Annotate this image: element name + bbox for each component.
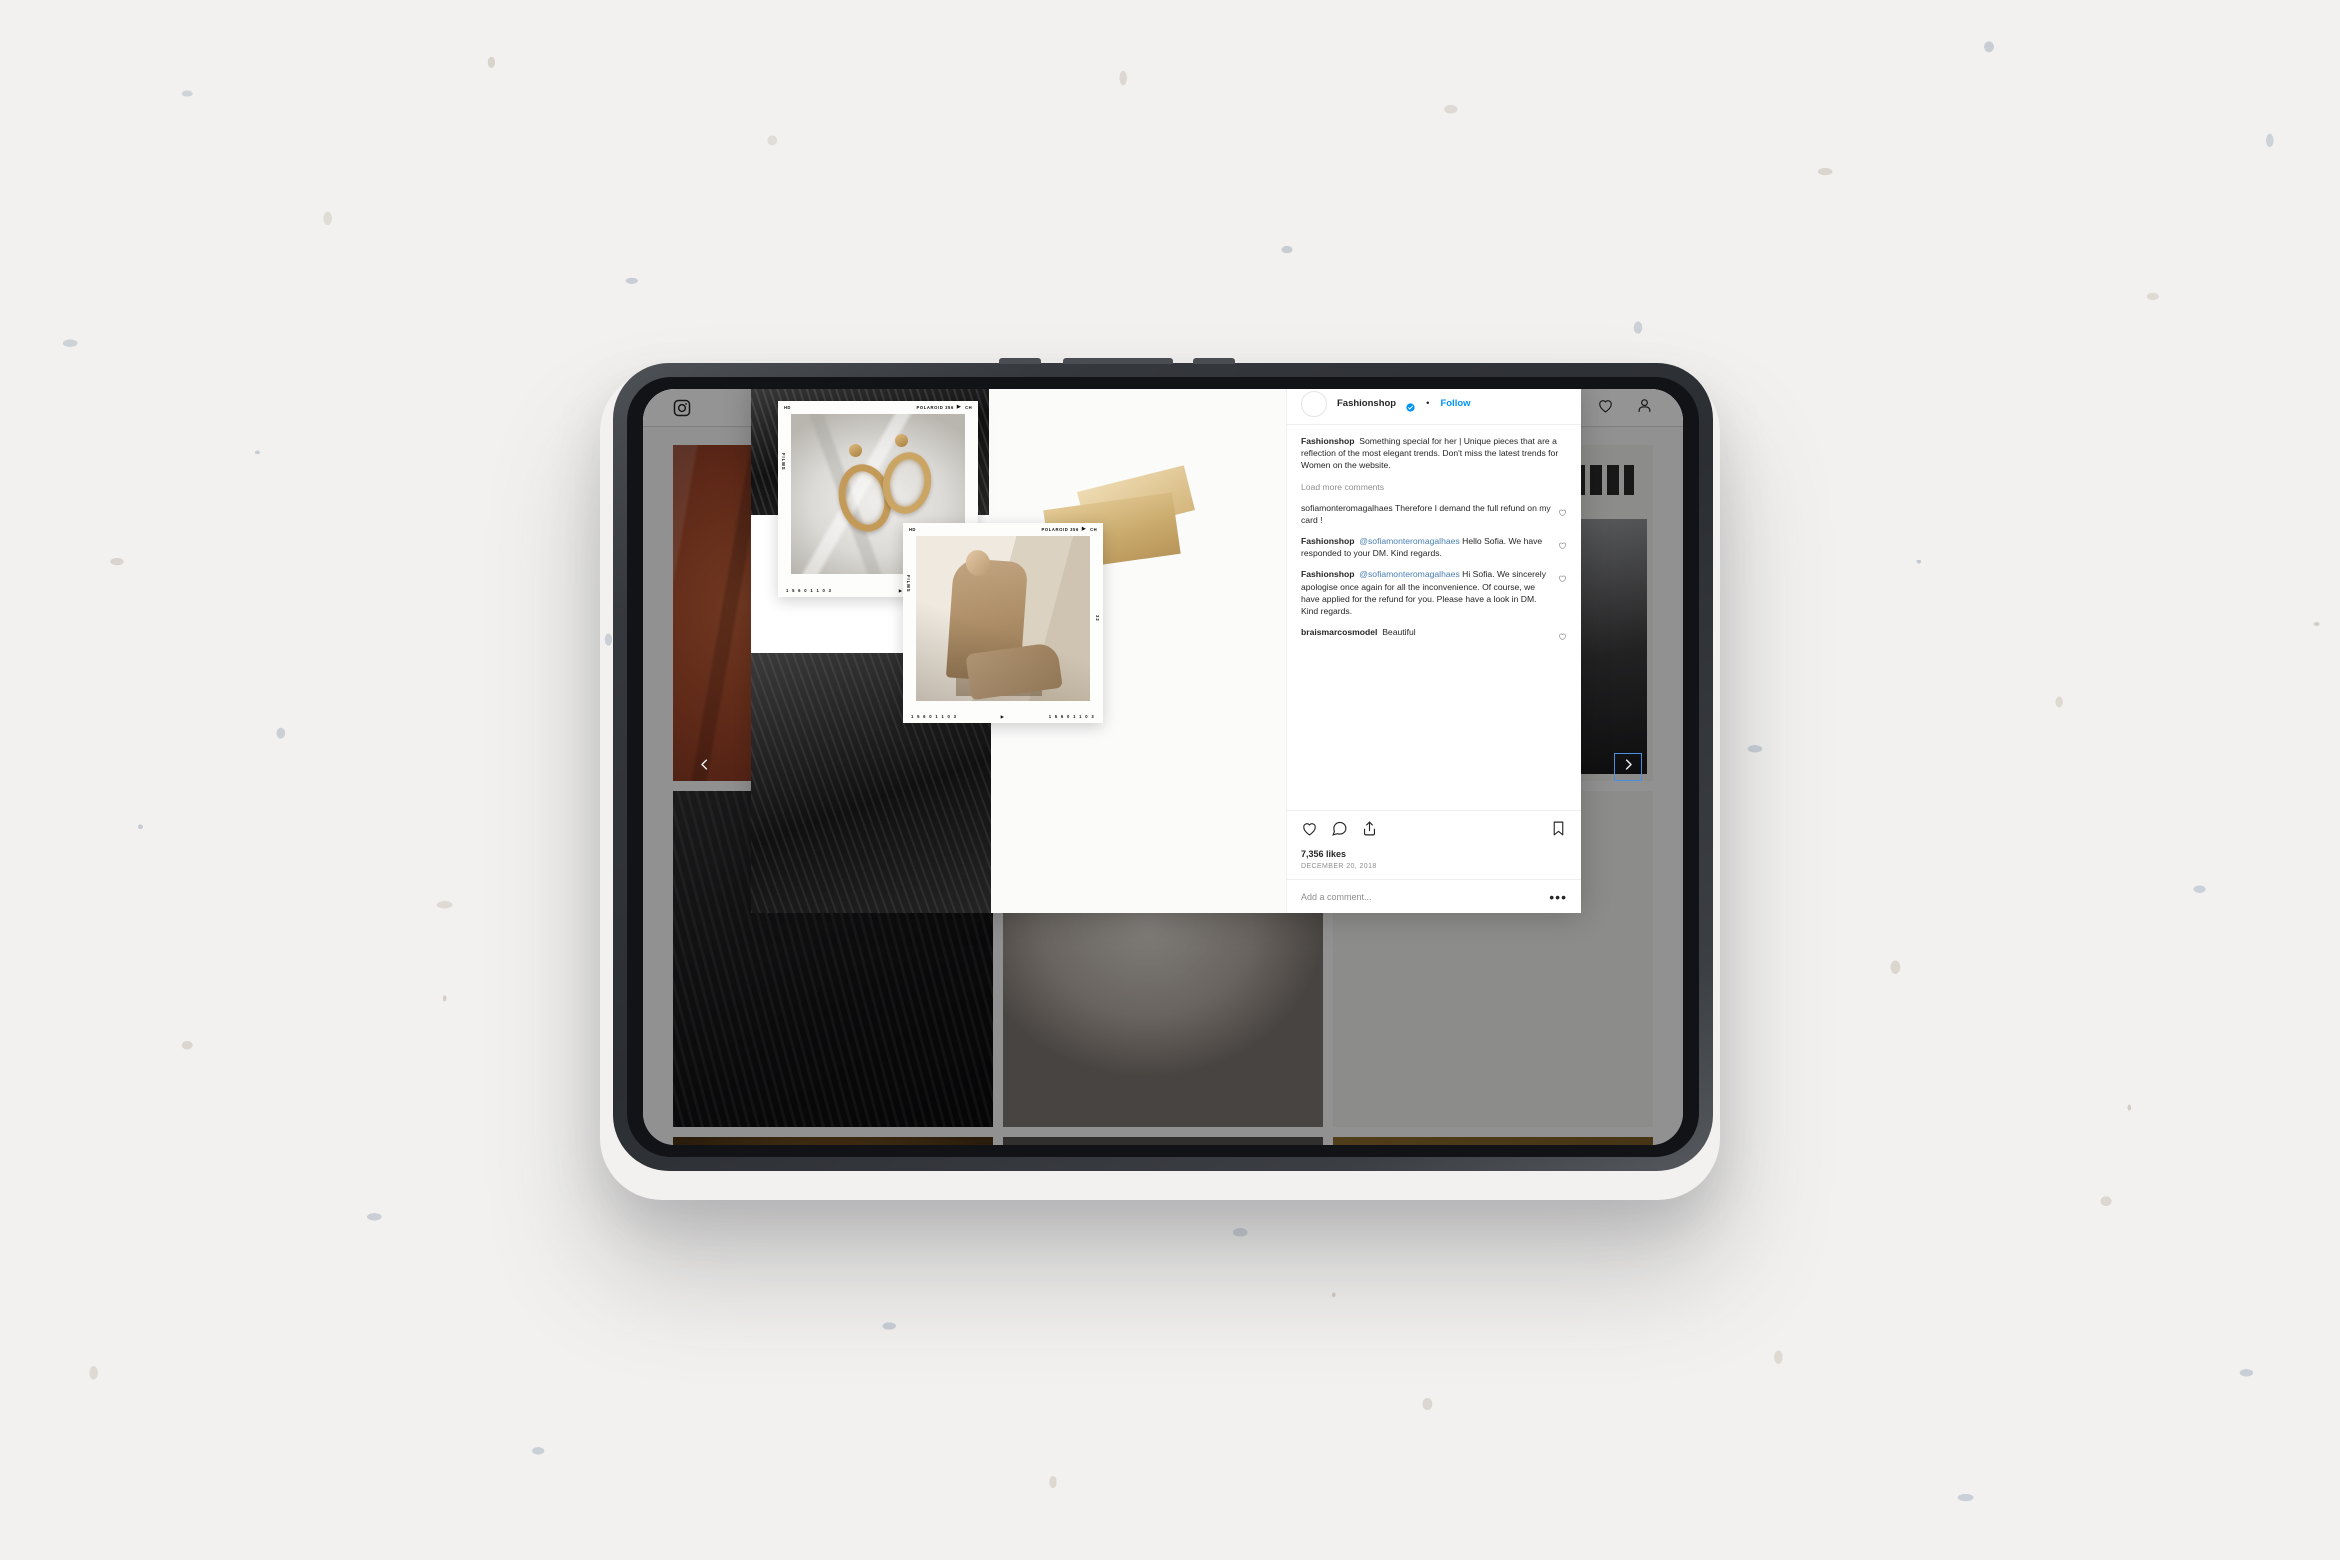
post-date: DECEMBER 20, 2018 [1301, 863, 1377, 870]
heart-icon[interactable] [1558, 628, 1567, 641]
polaroid-top-label: HD POLAROID 356 ▶ CH [903, 526, 1103, 532]
polaroid-brand-text: POLAROID 356 [1041, 526, 1079, 532]
screenshot-root: Search [0, 0, 2340, 1560]
polaroid-top-label: HD POLAROID 356 ▶ CH [778, 404, 978, 410]
polaroid-arrow-icon: ▶ [956, 404, 962, 410]
avatar[interactable] [1301, 390, 1327, 417]
tablet-volume-button[interactable] [1193, 358, 1235, 364]
follow-button[interactable]: Follow [1440, 398, 1470, 409]
comment-mention[interactable]: @sofiamonteromagalhaes [1359, 569, 1459, 579]
heart-icon[interactable] [1558, 570, 1567, 583]
polaroid-arrow-icon: ▶ [1081, 526, 1087, 532]
polaroid-brand-text: POLAROID 356 [916, 404, 954, 410]
verified-badge-icon [1406, 399, 1415, 412]
bookmark-icon[interactable] [1550, 820, 1567, 842]
post-details-panel: Fashionshop • Follow Fashionshop Somethi… [1286, 389, 1581, 913]
comment-item: Fashionshop @sofiamonteromagalhaes Hello… [1301, 535, 1567, 559]
add-comment-row: ••• [1287, 879, 1581, 913]
polaroid-bottom-arrow-icon: ▶ [1000, 714, 1006, 719]
polaroid-photo-model [916, 536, 1090, 701]
tablet-screen: Search [643, 389, 1683, 1145]
action-icons-left [1301, 820, 1550, 842]
caption-author-name[interactable]: Fashionshop [1301, 436, 1354, 446]
polaroid-top-right-text: CH [965, 404, 972, 410]
speech-bubble-icon[interactable] [1331, 820, 1348, 842]
polaroid-top-left-text: HD [784, 404, 791, 410]
comment-mention[interactable]: @sofiamonteromagalhaes [1359, 536, 1459, 546]
comment-body: braismarcosmodel Beautiful [1301, 626, 1558, 638]
comments-scroll-area[interactable]: Fashionshop Something special for her | … [1287, 425, 1581, 810]
post-caption: Fashionshop Something special for her | … [1301, 435, 1567, 472]
polaroid-serial-text: 1 5 6 0 1 1 0 3 [911, 714, 958, 719]
instagram-app: Search [643, 389, 1683, 1145]
load-more-comments-button[interactable]: Load more comments [1301, 482, 1567, 492]
comment-author[interactable]: sofiamonteromagalhaes [1301, 503, 1393, 513]
polaroid-side-number: 32 [1095, 615, 1100, 622]
comment-body: Fashionshop @sofiamonteromagalhaes Hello… [1301, 535, 1558, 559]
tablet-device: Search [613, 358, 1713, 1171]
header-separator: • [1426, 398, 1430, 409]
comment-author[interactable]: Fashionshop [1301, 536, 1354, 546]
post-actions: 7,356 likes DECEMBER 20, 2018 [1287, 810, 1581, 879]
post-header: Fashionshop • Follow [1287, 389, 1581, 425]
polaroid-side-text: FILMS [781, 453, 786, 471]
polaroid-top-right-text: CH [1090, 526, 1097, 532]
heart-icon[interactable] [1301, 820, 1318, 842]
polaroid-bottom-label: 1 5 6 0 1 1 0 3 ▶ 1 5 6 0 1 1 0 3 [903, 714, 1103, 719]
post-detail-modal: HD POLAROID 356 ▶ CH FILMS 1 5 6 0 1 1 0… [751, 389, 1581, 913]
chevron-left-icon [697, 757, 712, 777]
carousel-next-button[interactable] [1614, 753, 1642, 781]
polaroid-serial-text-2: 1 5 6 0 1 1 0 3 [1048, 714, 1095, 719]
chevron-right-icon [1621, 757, 1636, 777]
comment-input[interactable] [1301, 891, 1550, 902]
action-icon-row [1301, 820, 1567, 842]
polaroid-top-left-text: HD [909, 526, 916, 532]
likes-count[interactable]: 7,356 likes [1301, 849, 1567, 859]
heart-icon[interactable] [1558, 537, 1567, 550]
comment-item: Fashionshop @sofiamonteromagalhaes Hi So… [1301, 568, 1567, 617]
polaroid-side-text: FILMS [906, 575, 911, 593]
comment-item: braismarcosmodel Beautiful [1301, 626, 1567, 641]
more-options-button[interactable]: ••• [1549, 890, 1567, 904]
post-media-panel[interactable]: HD POLAROID 356 ▶ CH FILMS 1 5 6 0 1 1 0… [751, 389, 1286, 913]
carousel-prev-button[interactable] [691, 754, 717, 780]
comment-body: sofiamonteromagalhaes Therefore I demand… [1301, 502, 1558, 526]
share-arrow-icon[interactable] [1361, 820, 1378, 842]
comment-text: Beautiful [1382, 627, 1416, 638]
post-author-name[interactable]: Fashionshop [1337, 398, 1396, 409]
polaroid-serial-text: 1 5 6 0 1 1 0 3 [786, 588, 833, 593]
heart-icon[interactable] [1558, 504, 1567, 516]
comment-author[interactable]: braismarcosmodel [1301, 627, 1377, 637]
comment-author[interactable]: Fashionshop [1301, 569, 1354, 579]
comment-item: sofiamonteromagalhaes Therefore I demand… [1301, 502, 1567, 526]
polaroid-frame-model: HD POLAROID 356 ▶ CH FILMS 32 1 5 6 0 1 … [903, 523, 1103, 723]
comment-body: Fashionshop @sofiamonteromagalhaes Hi So… [1301, 568, 1558, 617]
